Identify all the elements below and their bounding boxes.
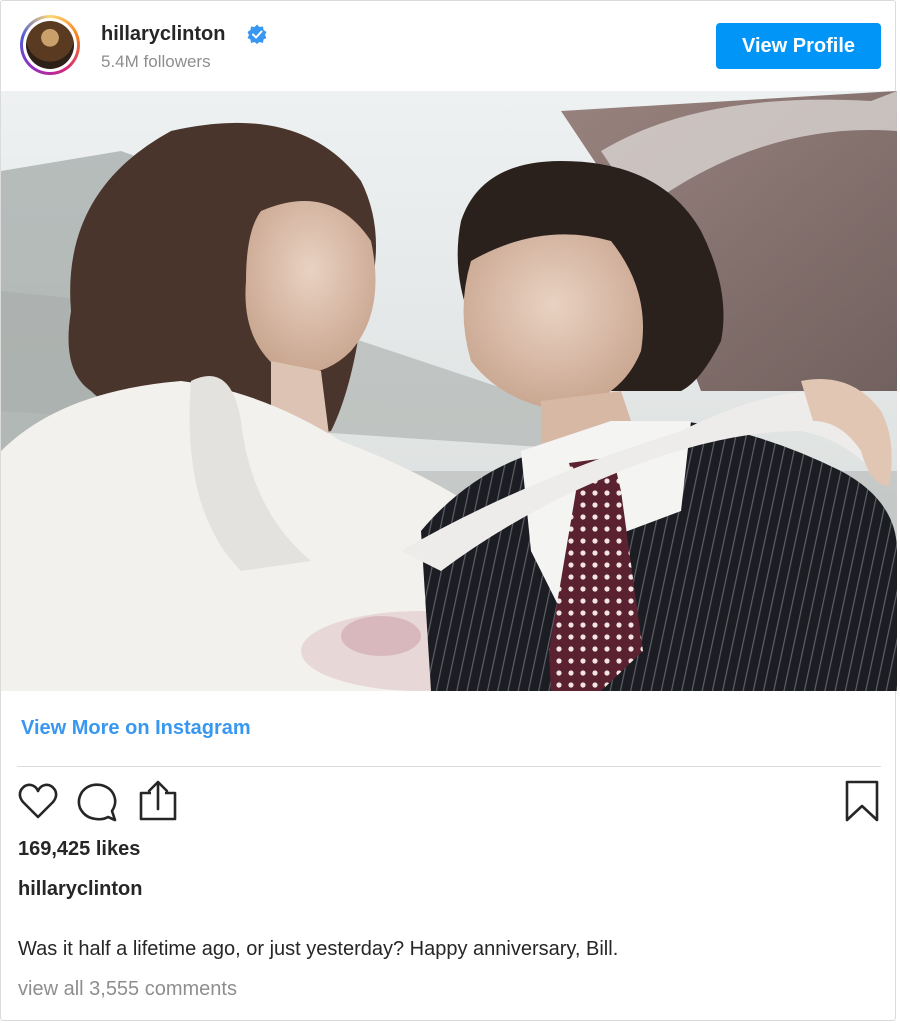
post-photo[interactable] xyxy=(1,91,897,691)
caption-text: Was it half a lifetime ago, or just yest… xyxy=(18,938,619,960)
caption-username[interactable]: hillaryclinton xyxy=(18,878,142,901)
view-more-on-instagram-link[interactable]: View More on Instagram xyxy=(21,717,251,740)
instagram-embed-card: hillaryclinton 5.4M followers View Profi… xyxy=(0,0,897,1021)
avatar[interactable] xyxy=(20,15,80,75)
follower-count: 5.4M followers xyxy=(101,52,211,71)
divider xyxy=(17,766,881,767)
heart-icon[interactable] xyxy=(17,781,59,821)
view-all-comments-link[interactable]: view all 3,555 comments xyxy=(18,978,237,1001)
post-header: hillaryclinton 5.4M followers View Profi… xyxy=(1,1,897,91)
bookmark-icon[interactable] xyxy=(844,780,880,822)
share-icon[interactable] xyxy=(137,779,179,823)
wedding-photo-image xyxy=(1,91,897,691)
comment-bubble-icon[interactable] xyxy=(76,781,118,823)
verified-badge-icon xyxy=(247,24,267,44)
username[interactable]: hillaryclinton xyxy=(101,23,225,46)
view-profile-button[interactable]: View Profile xyxy=(716,23,881,69)
like-count[interactable]: 169,425 likes xyxy=(18,838,140,861)
